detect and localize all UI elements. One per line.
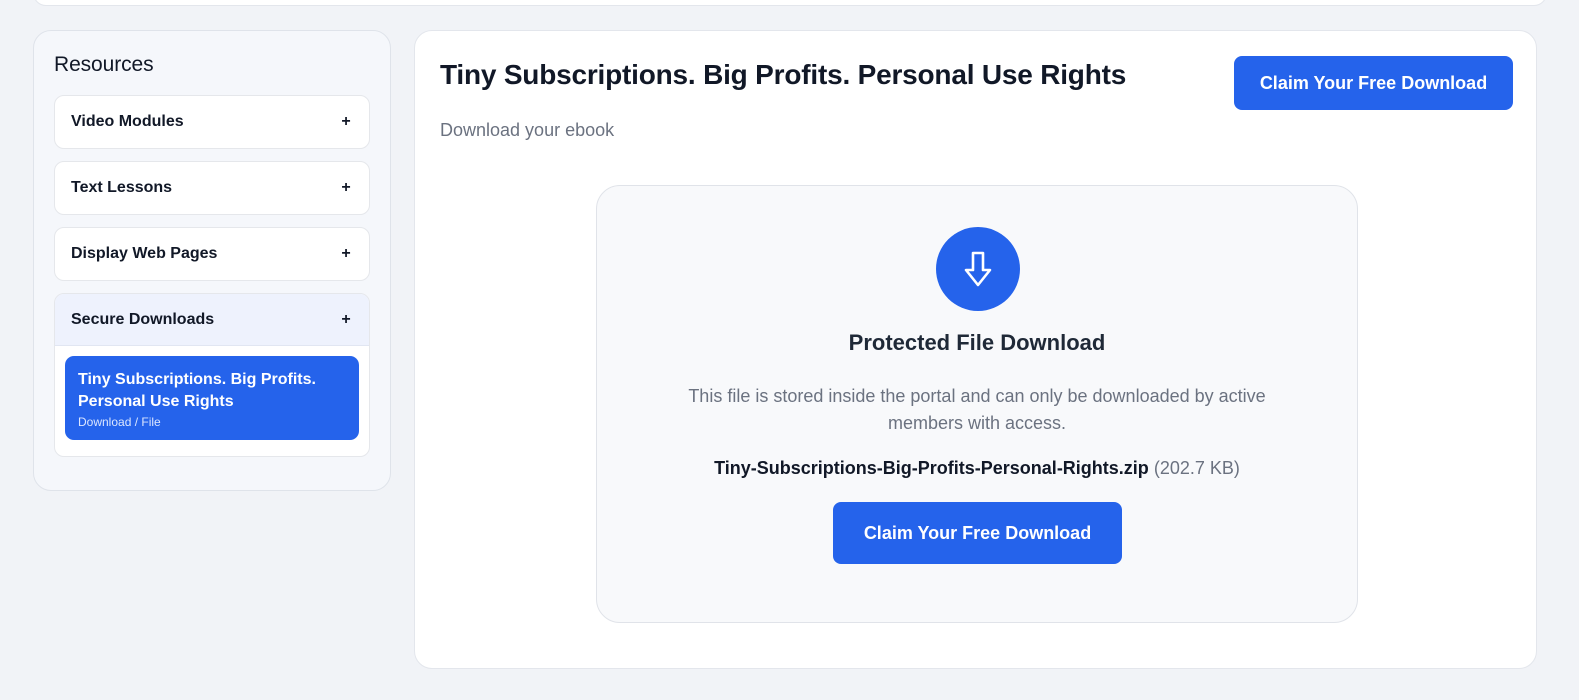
accordion-label: Secure Downloads xyxy=(71,310,215,328)
accordion-text-lessons: Text Lessons + xyxy=(54,161,370,215)
main-content-panel: Tiny Subscriptions. Big Profits. Persona… xyxy=(414,30,1537,669)
claim-download-button[interactable]: Claim Your Free Download xyxy=(833,502,1122,564)
file-name: Tiny-Subscriptions-Big-Profits-Personal-… xyxy=(714,458,1149,478)
file-info: Tiny-Subscriptions-Big-Profits-Personal-… xyxy=(597,458,1357,479)
sidebar-item-subtitle: Download / File xyxy=(78,415,161,429)
card-title: Protected File Download xyxy=(848,330,1106,355)
accordion-display-web-pages: Display Web Pages + xyxy=(54,227,370,281)
plus-icon[interactable]: + xyxy=(339,245,353,263)
accordion-label: Display Web Pages xyxy=(71,245,218,262)
page-subtitle: Download your ebook xyxy=(440,120,615,140)
accordion-header-display-web-pages[interactable]: Display Web Pages + xyxy=(55,228,369,280)
accordion-header-secure-downloads[interactable]: Secure Downloads + xyxy=(55,294,369,346)
accordion-secure-downloads: Secure Downloads + Tiny Subscriptions. B… xyxy=(54,293,370,457)
accordion-header-video-modules[interactable]: Video Modules + xyxy=(55,96,369,148)
accordion-header-text-lessons[interactable]: Text Lessons + xyxy=(55,162,369,214)
plus-icon[interactable]: + xyxy=(339,179,353,197)
card-description: This file is stored inside the portal an… xyxy=(688,386,1266,433)
file-size: (202.7 KB) xyxy=(1153,458,1240,478)
plus-icon[interactable]: + xyxy=(339,113,353,131)
sidebar-item-title: Tiny Subscriptions. Big Profits. Persona… xyxy=(78,371,316,410)
claim-download-button-header[interactable]: Claim Your Free Download xyxy=(1234,56,1513,110)
accordion-video-modules: Video Modules + xyxy=(54,95,370,149)
page-title: Tiny Subscriptions. Big Profits. Persona… xyxy=(440,59,1127,90)
protected-download-card: Protected File Download This file is sto… xyxy=(596,185,1358,623)
sidebar-title: Resources xyxy=(54,53,154,76)
plus-icon[interactable]: + xyxy=(339,311,353,329)
download-arrow-icon xyxy=(936,227,1020,311)
sidebar-item-active-download[interactable]: Tiny Subscriptions. Big Profits. Persona… xyxy=(65,356,359,440)
accordion-body-secure-downloads: Tiny Subscriptions. Big Profits. Persona… xyxy=(55,346,369,456)
top-panel-edge xyxy=(33,0,1547,6)
accordion-label: Text Lessons xyxy=(71,179,173,196)
accordion-label: Video Modules xyxy=(71,113,184,130)
resources-sidebar: Resources Video Modules + Text Lessons +… xyxy=(33,30,391,491)
